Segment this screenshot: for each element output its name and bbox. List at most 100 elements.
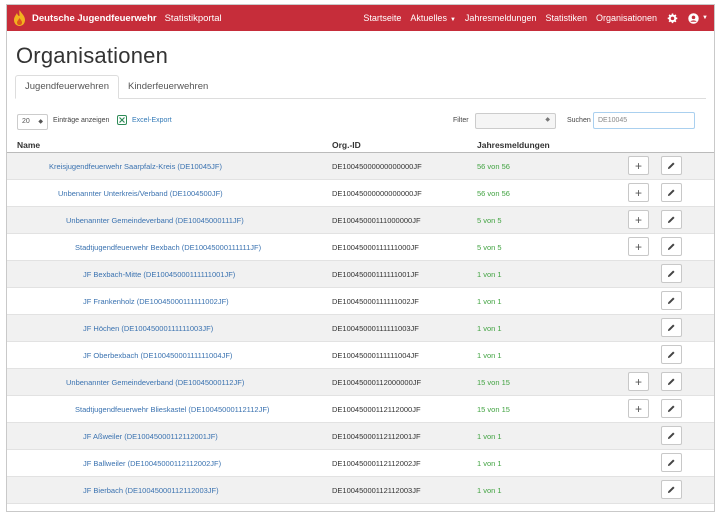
table-row: Stadtjugendfeuerwehr Blieskastel (DE1004… (7, 396, 714, 423)
plus-icon: + (634, 158, 642, 173)
org-name-link[interactable]: Unbenannter Gemeindeverband (DE100450001… (66, 378, 244, 387)
page-length-select[interactable]: 20 ◆ (17, 114, 48, 130)
jahresmeldungen-cell: 5 von 5 (477, 216, 502, 225)
excel-export-link[interactable]: Excel-Export (117, 115, 172, 125)
org-id-cell: DE10045000112112001JF (332, 432, 421, 441)
org-id-cell: DE10045000111111003JF (332, 324, 419, 333)
search-input[interactable] (593, 112, 695, 129)
search-label: Suchen (567, 117, 591, 124)
nav-link-organisationen[interactable]: Organisationen (596, 13, 657, 23)
tab-kinderfeuerwehren[interactable]: Kinderfeuerwehren (119, 77, 217, 98)
pencil-icon (667, 351, 675, 359)
jahresmeldungen-cell: 1 von 1 (477, 324, 502, 333)
user-menu[interactable]: ▼ (688, 12, 708, 24)
chevron-down-icon: ▼ (702, 15, 708, 21)
org-name-link[interactable]: JF Aßweiler (DE10045000112112001JF) (83, 432, 218, 441)
edit-button[interactable] (661, 156, 682, 175)
edit-button[interactable] (661, 372, 682, 391)
jahresmeldungen-cell: 1 von 1 (477, 486, 502, 495)
edit-button[interactable] (661, 453, 682, 472)
nav-link-jahresmeldungen[interactable]: Jahresmeldungen (465, 13, 537, 23)
column-header-org-id[interactable]: Org.-ID (332, 140, 361, 150)
org-name-link[interactable]: Stadtjugendfeuerwehr Bexbach (DE10045000… (75, 243, 261, 252)
org-name-link[interactable]: JF Bierbach (DE10045000112112003JF) (83, 486, 219, 495)
page-length-label: Einträge anzeigen (53, 117, 110, 124)
filter-select[interactable]: ◆ (475, 113, 556, 129)
table-row: JF Höchen (DE10045000111111003JF) DE10045… (7, 315, 714, 342)
brand-name[interactable]: Deutsche Jugendfeuerwehr (32, 13, 157, 24)
excel-export-label: Excel-Export (132, 116, 172, 124)
add-child-button[interactable]: + (628, 237, 649, 256)
page-title: Organisationen (16, 43, 169, 68)
edit-button[interactable] (661, 237, 682, 256)
nav-link-startseite[interactable]: Startseite (363, 13, 401, 23)
pencil-icon (667, 405, 675, 413)
org-name-link[interactable]: Stadtjugendfeuerwehr Blieskastel (DE1004… (75, 405, 269, 414)
pencil-icon (667, 297, 675, 305)
plus-icon: + (634, 374, 642, 389)
org-name-link[interactable]: JF Frankenholz (DE10045000111111002JF) (83, 297, 229, 306)
edit-button[interactable] (661, 291, 682, 310)
column-header-name[interactable]: Name (17, 140, 40, 150)
gear-icon[interactable] (667, 13, 678, 24)
jahresmeldungen-cell: 56 von 56 (477, 162, 510, 171)
column-header-jahresmeldungen[interactable]: Jahresmeldungen (477, 140, 550, 150)
jahresmeldungen-cell: 1 von 1 (477, 459, 502, 468)
org-id-cell: DE10045000112112000JF (332, 405, 421, 414)
jahresmeldungen-cell: 5 von 5 (477, 243, 502, 252)
org-name-link[interactable]: Unbenannter Gemeindeverband (DE100450001… (66, 216, 244, 225)
org-id-cell: DE10045000112112002JF (332, 459, 421, 468)
add-child-button[interactable]: + (628, 399, 649, 418)
filter-label: Filter (453, 117, 469, 124)
org-id-cell: DE10045000111111001JF (332, 270, 419, 279)
table-row: Unbenannter Unterkreis/Verband (DE100450… (7, 180, 714, 207)
edit-button[interactable] (661, 399, 682, 418)
edit-button[interactable] (661, 318, 682, 337)
table-row: JF Frankenholz (DE10045000111111002JF) DE… (7, 288, 714, 315)
select-arrows-icon: ◆ (38, 119, 43, 125)
nav-link-statistiken[interactable]: Statistiken (545, 13, 587, 23)
add-child-button[interactable]: + (628, 372, 649, 391)
pencil-icon (667, 432, 675, 440)
table-row: Unbenannter Gemeindeverband (DE100450001… (7, 369, 714, 396)
org-id-cell: DE10045000112112003JF (332, 486, 421, 495)
excel-icon (117, 115, 127, 125)
org-name-link[interactable]: JF Höchen (DE10045000111111003JF) (83, 324, 213, 333)
add-child-button[interactable]: + (628, 156, 649, 175)
edit-button[interactable] (661, 426, 682, 445)
jahresmeldungen-cell: 1 von 1 (477, 351, 502, 360)
edit-button[interactable] (661, 345, 682, 364)
nav-link-aktuelles-label: Aktuelles (410, 13, 447, 23)
jahresmeldungen-cell: 15 von 15 (477, 378, 510, 387)
table-row: JF Bierbach (DE10045000112112003JF) DE100… (7, 477, 714, 504)
chevron-down-icon: ▼ (449, 17, 456, 23)
plus-icon: + (634, 185, 642, 200)
table-row: JF Oberbexbach (DE10045000111111004JF) DE… (7, 342, 714, 369)
add-child-button[interactable]: + (628, 183, 649, 202)
org-id-cell: DE10045000000000000JF (332, 189, 422, 198)
org-id-cell: DE10045000111000000JF (332, 216, 421, 225)
edit-button[interactable] (661, 264, 682, 283)
table-row: Stadtjugendfeuerwehr Bexbach (DE10045000… (7, 234, 714, 261)
jahresmeldungen-cell: 1 von 1 (477, 270, 502, 279)
nav-link-aktuelles[interactable]: Aktuelles ▼ (410, 13, 455, 23)
org-name-link[interactable]: JF Bexbach-Mitte (DE10045000111111001JF) (83, 270, 235, 279)
table-header: Name Org.-ID Jahresmeldungen (7, 139, 714, 153)
edit-button[interactable] (661, 210, 682, 229)
org-name-link[interactable]: JF Oberbexbach (DE10045000111111004JF) (83, 351, 232, 360)
table-toolbar: 20 ◆ Einträge anzeigen Excel-Export Filt… (7, 99, 714, 139)
edit-button[interactable] (661, 480, 682, 499)
org-name-link[interactable]: Unbenannter Unterkreis/Verband (DE100450… (58, 189, 223, 198)
add-child-button[interactable]: + (628, 210, 649, 229)
org-name-link[interactable]: Kreisjugendfeuerwehr Saarpfalz-Kreis (DE… (49, 162, 222, 171)
table-row: JF Bexbach-Mitte (DE10045000111111001JF)… (7, 261, 714, 288)
brand-subtitle: Statistikportal (164, 12, 222, 24)
plus-icon: + (634, 212, 642, 227)
pencil-icon (667, 189, 675, 197)
edit-button[interactable] (661, 183, 682, 202)
org-name-link[interactable]: JF Ballweiler (DE10045000112112002JF) (83, 459, 221, 468)
pencil-icon (667, 486, 675, 494)
user-icon (688, 12, 699, 24)
tab-jugendfeuerwehren[interactable]: Jugendfeuerwehren (15, 75, 119, 99)
pencil-icon (667, 270, 675, 278)
